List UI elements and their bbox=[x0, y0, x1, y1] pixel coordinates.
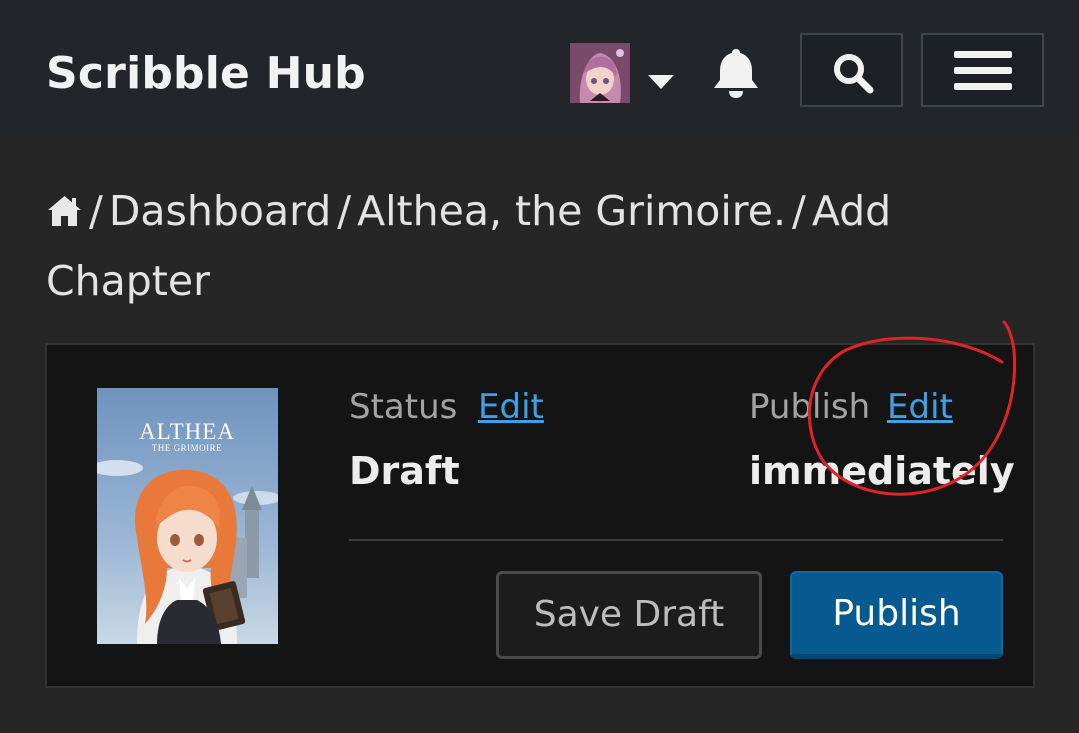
card-divider bbox=[349, 539, 1003, 541]
search-button[interactable] bbox=[800, 33, 903, 107]
status-label: Status bbox=[349, 387, 458, 427]
site-logo[interactable]: Scribble Hub bbox=[46, 48, 366, 99]
breadcrumb-separator: / bbox=[337, 187, 352, 235]
save-draft-button[interactable]: Save Draft bbox=[496, 571, 762, 659]
bell-icon[interactable] bbox=[711, 47, 761, 99]
home-icon[interactable] bbox=[46, 178, 83, 226]
breadcrumb: / Dashboard / Althea, the Grimoire. / Add Cha… bbox=[46, 176, 1036, 316]
breadcrumb-separator: / bbox=[89, 187, 103, 235]
publish-label: Publish bbox=[749, 387, 871, 427]
breadcrumb-dashboard[interactable]: Dashboard bbox=[109, 187, 331, 235]
menu-button[interactable] bbox=[921, 33, 1044, 107]
status-edit-link[interactable]: Edit bbox=[478, 387, 544, 427]
caret-down-icon[interactable] bbox=[648, 75, 674, 89]
top-navbar: Scribble Hub bbox=[0, 0, 1079, 137]
publish-edit-link[interactable]: Edit bbox=[887, 387, 953, 427]
chapter-publish-card: ALTHEA THE GRIMOIRE Status Edit Draft Pu… bbox=[45, 343, 1035, 688]
search-icon bbox=[834, 54, 874, 94]
breadcrumb-separator: / bbox=[791, 187, 806, 235]
user-avatar[interactable] bbox=[570, 43, 630, 103]
publish-schedule-value: immediately bbox=[749, 449, 1015, 493]
breadcrumb-series[interactable]: Althea, the Grimoire. bbox=[357, 187, 786, 235]
cover-subtitle: THE GRIMOIRE bbox=[152, 443, 222, 453]
cover-title: ALTHEA bbox=[139, 419, 235, 444]
publish-button[interactable]: Publish bbox=[790, 571, 1003, 659]
series-cover-image: ALTHEA THE GRIMOIRE bbox=[97, 388, 278, 644]
hamburger-menu-icon bbox=[954, 51, 1012, 90]
status-value: Draft bbox=[349, 449, 460, 493]
